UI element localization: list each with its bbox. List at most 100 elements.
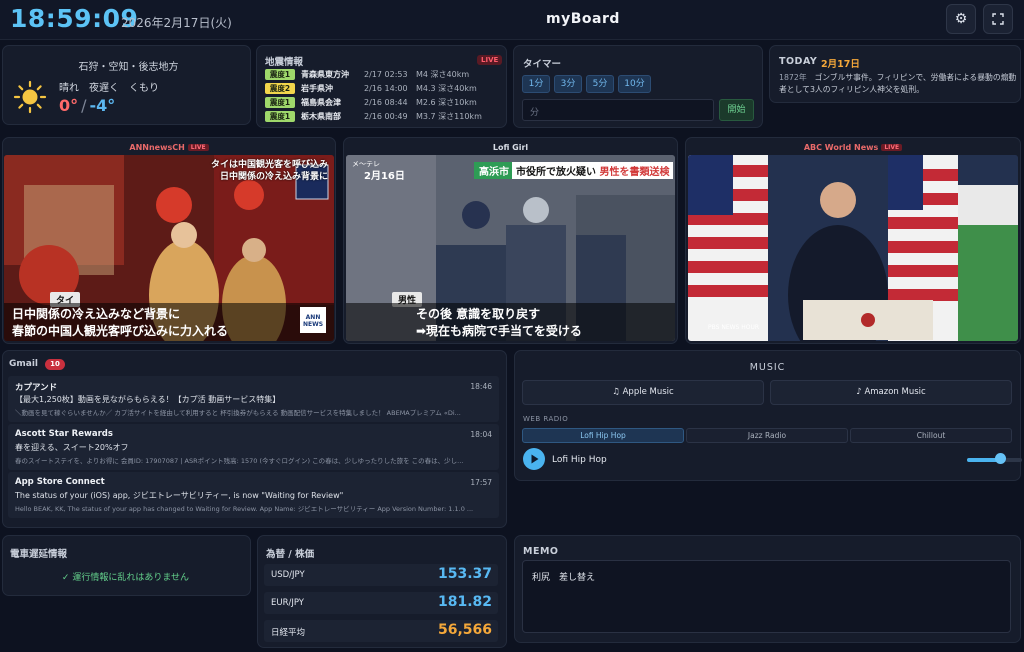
today-date: 2月17日: [821, 59, 860, 70]
weather-temperature: 0° / -4°: [59, 96, 115, 115]
timer-preset-1[interactable]: 1分: [522, 75, 550, 93]
train-status: ✓ 運行情報に乱れはありません: [61, 573, 190, 583]
mail-time: 18:04: [470, 430, 492, 439]
gmail-title: Gmail: [9, 359, 39, 369]
now-playing: Lofi Hip Hop: [552, 455, 607, 465]
temp-separator: /: [81, 96, 87, 115]
video-caption: 日中関係の冷え込みなど背景に 春節の中国人観光客呼び込みに力入れる: [4, 303, 334, 341]
earthquake-title: 地震情報: [265, 57, 304, 68]
settings-button[interactable]: ⚙: [946, 4, 976, 34]
quake-time: 2/16 00:49: [364, 112, 408, 121]
video-headline: 市役所で放火疑い 男性を書類送検: [512, 162, 674, 179]
today-event: 1872年 ゴンブルサ事件。フィリピンで、労働者による暴動の煽動者として3人のフ…: [779, 72, 1019, 96]
temp-high: 0°: [59, 96, 79, 115]
amazon-music-button[interactable]: ♪ Amazon Music: [770, 380, 1012, 405]
mail-subject: 【最大1,250枚】動画を見ながらもらえる！【カプ活 動画サービス特集】: [15, 395, 281, 404]
live-badge: LIVE: [187, 144, 209, 151]
intensity-badge: 震度1: [265, 69, 295, 80]
video-title-3: ABC World News LIVE: [685, 143, 1021, 152]
earthquake-row: 震度1 青森県東方沖 2/17 02:53 M4 深さ40km: [265, 69, 469, 81]
radio-tab-lofi[interactable]: Lofi Hip Hop: [522, 428, 684, 443]
music-note-icon: ♫: [612, 387, 620, 397]
video-headline: タイは中国観光客を呼び込み 日中関係の冷え込み背景に: [210, 160, 328, 182]
live-badge: LIVE: [477, 55, 503, 65]
mail-time: 17:57: [470, 478, 492, 487]
fx-value: 181.82: [437, 594, 492, 610]
video-player-3[interactable]: PBS NEWS HOUR: [688, 155, 1018, 341]
earthquake-row: 震度1 福島県会津 2/16 08:44 M2.6 深さ10km: [265, 97, 477, 109]
video-frame-3: [688, 155, 1018, 341]
fx-name: EUR/JPY: [271, 598, 304, 608]
top-bar: 18:59:09 2026年2月17日(火) myBoard ⚙: [0, 0, 1024, 40]
fx-row: USD/JPY 153.37: [264, 564, 498, 586]
video-location: 高浜市: [474, 162, 514, 179]
memo-title: MEMO: [523, 546, 559, 557]
volume-thumb[interactable]: [995, 453, 1006, 464]
fx-row: EUR/JPY 181.82: [264, 592, 498, 614]
today-title: TODAY: [779, 56, 818, 67]
weather-panel: 石狩・空知・後志地方 晴れ 夜遅く くもり 0° / -4°: [2, 45, 251, 125]
quake-magnitude: M4 深さ40km: [416, 70, 470, 79]
intensity-badge: 震度1: [265, 111, 295, 122]
timer-title: タイマー: [523, 59, 562, 70]
weather-region: 石狩・空知・後志地方: [78, 62, 179, 73]
video-title-1: ANNnewsCH LIVE: [2, 143, 336, 152]
fx-name: USD/JPY: [271, 570, 305, 580]
quake-time: 2/16 08:44: [364, 98, 408, 107]
timer-minutes-input[interactable]: 分: [522, 99, 714, 121]
live-badge: LIVE: [881, 144, 903, 151]
quake-magnitude: M4.3 深さ40km: [416, 84, 477, 93]
mail-subject: 春を迎える、スイート20%オフ: [15, 443, 129, 452]
video-title-text: ABC World News: [803, 143, 879, 152]
intensity-badge: 震度1: [265, 97, 295, 108]
apple-music-button[interactable]: ♫ Apple Music: [522, 380, 764, 405]
weather-condition: 晴れ 夜遅く くもり: [59, 83, 159, 94]
quake-time: 2/17 02:53: [364, 70, 408, 79]
timer-preset-3[interactable]: 3分: [554, 75, 582, 93]
video-date: 2月16日: [364, 171, 405, 182]
mail-time: 18:46: [470, 382, 492, 391]
video-player-1[interactable]: タイは中国観光客を呼び込み 日中関係の冷え込み背景に タイ 日中関係の冷え込みなど…: [4, 155, 334, 341]
timer-preset-10[interactable]: 10分: [618, 75, 651, 93]
fx-row: 日経平均 56,566: [264, 620, 498, 642]
mail-snippet: Hello BEAK, KK, The status of your app h…: [15, 505, 474, 513]
timer-preset-5[interactable]: 5分: [586, 75, 614, 93]
mail-item[interactable]: カプアンド 18:46 【最大1,250枚】動画を見ながらもらえる！【カプ活 動画サ…: [8, 376, 499, 422]
web-radio-label: WEB RADIO: [523, 415, 569, 423]
ann-news-logo: ANN NEWS: [300, 307, 326, 333]
today-description: ゴンブルサ事件。フィリピンで、労働者による暴動の煽動者として3人のフィリピン人神…: [779, 73, 1017, 94]
mail-sender: カプアンド: [15, 383, 58, 393]
music-note-icon: ♪: [856, 387, 862, 397]
fx-title: 為替 / 株価: [266, 549, 315, 560]
fullscreen-button[interactable]: [983, 4, 1013, 34]
epicenter: 福島県会津: [301, 98, 341, 107]
today-year: 1872年: [779, 73, 807, 82]
sun-icon: [13, 80, 47, 114]
apple-music-label: Apple Music: [622, 387, 674, 397]
amazon-music-label: Amazon Music: [864, 387, 926, 397]
mail-item[interactable]: Ascott Star Rewards 18:04 春を迎える、スイート20%オフ春…: [8, 424, 499, 470]
epicenter: 栃木県南部: [301, 112, 341, 121]
train-title: 電車遅延情報: [10, 549, 68, 560]
radio-tab-chillout[interactable]: Chillout: [850, 428, 1012, 443]
train-panel: 電車遅延情報: [2, 535, 251, 596]
fx-value: 153.37: [437, 566, 492, 582]
play-button[interactable]: [523, 448, 545, 470]
epicenter: 青森県東方沖: [301, 70, 349, 79]
earthquake-row: 震度1 栃木県南部 2/16 00:49 M3.7 深さ110km: [265, 111, 482, 123]
radio-tab-jazz[interactable]: Jazz Radio: [686, 428, 848, 443]
pbs-logo: PBS NEWS HOUR: [708, 324, 760, 331]
temp-low: -4°: [89, 96, 116, 115]
memo-textarea[interactable]: 利尻 差し替え: [522, 560, 1011, 633]
mail-sender: App Store Connect: [15, 477, 105, 487]
mail-item[interactable]: App Store Connect 17:57 The status of your…: [8, 472, 499, 518]
video-caption: その後 意識を取り戻す ➡現在も病院で手当てを受ける: [346, 303, 675, 341]
mail-sender: Ascott Star Rewards: [15, 429, 113, 439]
intensity-badge: 震度2: [265, 83, 295, 94]
fx-value: 56,566: [437, 622, 492, 638]
timer-start-button[interactable]: 開始: [719, 99, 754, 121]
gear-icon: ⚙: [954, 11, 968, 27]
fullscreen-icon: [992, 13, 1004, 25]
video-player-2[interactable]: メ〜テレ 2月16日 高浜市 市役所で放火疑い 男性を書類送検 男性 その後 意…: [346, 155, 675, 341]
video-title-text: Lofi Girl: [492, 143, 529, 152]
